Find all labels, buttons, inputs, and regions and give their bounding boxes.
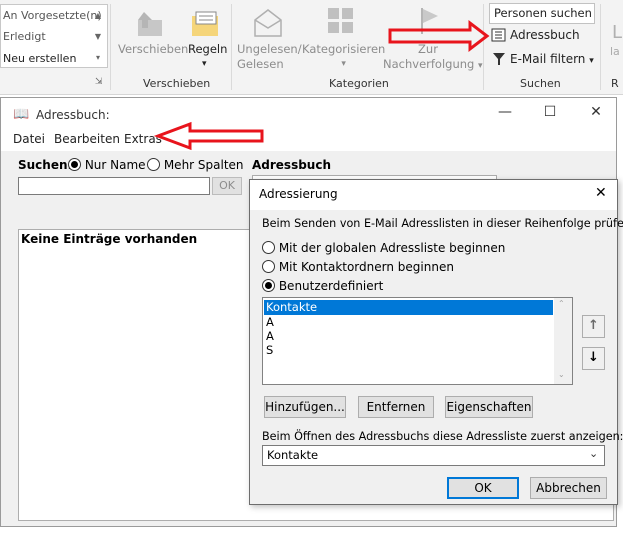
option-global-list[interactable]: Mit der globalen Adressliste beginnen	[262, 241, 505, 255]
scroll-down-icon[interactable]: ⌄	[558, 370, 565, 379]
dialog-instruction: Beim Senden von E-Mail Adresslisten in d…	[262, 217, 623, 230]
radio-name-only[interactable]: Nur Name	[68, 158, 146, 172]
empty-list-text: Keine Einträge vorhanden	[21, 232, 198, 246]
move-folder-icon	[134, 8, 166, 40]
rules-button[interactable]: Regeln	[188, 42, 227, 57]
search-input[interactable]	[18, 177, 210, 195]
remove-button[interactable]: Entfernen	[358, 396, 434, 418]
dialog-close-icon[interactable]: ✕	[595, 185, 607, 201]
partial-ribbon-icon: L	[612, 22, 623, 43]
scroll-up-icon[interactable]: ⌃	[558, 299, 565, 308]
list-scrollbar[interactable]: ⌃ ⌄	[554, 298, 572, 384]
quick-step-3[interactable]: Neu erstellen	[3, 52, 76, 65]
rules-chevron-down-icon[interactable]: ▾	[202, 57, 207, 72]
list-item[interactable]: A	[266, 329, 274, 344]
move-down-icon[interactable]: ↓	[582, 347, 605, 370]
partial-ribbon-label: la	[610, 45, 620, 58]
address-book-label: Adressbuch	[252, 158, 332, 172]
categories-group-label: Kategorien	[329, 77, 389, 90]
gallery-more-icon[interactable]: ▾	[91, 51, 105, 65]
open-list-select[interactable]: Kontakte ⌄	[262, 445, 605, 466]
address-book-title-icon: 📖	[13, 107, 30, 122]
ok-button[interactable]: OK	[447, 477, 519, 499]
dialog-launcher-icon[interactable]: ⇲	[95, 77, 103, 87]
quick-step-2[interactable]: Erledigt	[3, 30, 46, 43]
rules-icon	[190, 8, 222, 40]
partial-group-label: R	[611, 77, 619, 90]
search-label: Suchen:	[18, 158, 73, 172]
option-contact-folders[interactable]: Mit Kontaktordnern beginnen	[262, 260, 454, 274]
categorize-button[interactable]: Kategorisieren ▾	[302, 42, 385, 72]
list-item-selected[interactable]: Kontakte	[264, 300, 553, 315]
gallery-down-icon[interactable]: ▼	[91, 30, 105, 44]
open-list-value: Kontakte	[267, 448, 319, 462]
unread-read-button[interactable]: Ungelesen/ Gelesen	[237, 42, 302, 72]
list-item[interactable]: A	[266, 315, 274, 330]
minimize-icon[interactable]: —	[495, 104, 515, 120]
find-group-label: Suchen	[520, 77, 561, 90]
option-custom[interactable]: Benutzerdefiniert	[262, 279, 383, 293]
categorize-grid-icon	[328, 8, 354, 34]
filter-icon	[492, 52, 506, 66]
move-group-label: Verschieben	[143, 77, 211, 90]
address-list-box[interactable]: Kontakte A A S ⌃ ⌄	[262, 297, 573, 385]
search-ok-button[interactable]: OK	[212, 177, 242, 195]
move-button[interactable]: Verschieben	[118, 42, 188, 57]
menu-extras[interactable]: Extras	[124, 132, 162, 146]
envelope-icon	[253, 8, 283, 38]
open-list-label: Beim Öffnen des Adressbuchs diese Adress…	[262, 430, 623, 443]
quick-step-1[interactable]: An Vorgesetzte(n)	[3, 9, 102, 22]
dialog-title: Adressierung	[259, 187, 338, 201]
gallery-up-icon[interactable]: ▲	[91, 9, 105, 23]
cancel-button[interactable]: Abbrechen	[530, 477, 607, 499]
properties-button[interactable]: Eigenschaften	[445, 396, 533, 418]
dialog-title-bar: Adressierung ✕	[250, 180, 617, 210]
maximize-icon[interactable]: ☐	[540, 104, 560, 120]
list-item[interactable]: S	[266, 343, 273, 358]
chevron-down-icon[interactable]: ⌄	[589, 447, 598, 460]
people-search-input[interactable]: Personen suchen	[489, 3, 595, 24]
close-icon[interactable]: ✕	[586, 104, 606, 120]
flag-icon	[418, 6, 442, 36]
radio-more-columns[interactable]: Mehr Spalten	[147, 158, 244, 172]
follow-up-button[interactable]: Zur Nachverfolgung ▾	[383, 42, 483, 74]
quick-steps-gallery[interactable]: An Vorgesetzte(n) Erledigt Neu erstellen…	[0, 4, 108, 68]
address-book-button[interactable]: Adressbuch	[510, 28, 580, 42]
move-up-icon[interactable]: ↑	[582, 315, 605, 338]
filter-email-button[interactable]: E-Mail filtern ▾	[510, 52, 594, 66]
ribbon: An Vorgesetzte(n) Erledigt Neu erstellen…	[0, 0, 623, 95]
address-book-icon	[491, 28, 507, 42]
add-button[interactable]: Hinzufügen...	[264, 396, 346, 418]
menu-bearbeiten[interactable]: Bearbeiten	[54, 132, 120, 146]
menu-datei[interactable]: Datei	[13, 132, 45, 146]
addressing-dialog: Adressierung ✕ Beim Senden von E-Mail Ad…	[249, 179, 623, 505]
address-book-title: Adressbuch:	[36, 108, 110, 122]
